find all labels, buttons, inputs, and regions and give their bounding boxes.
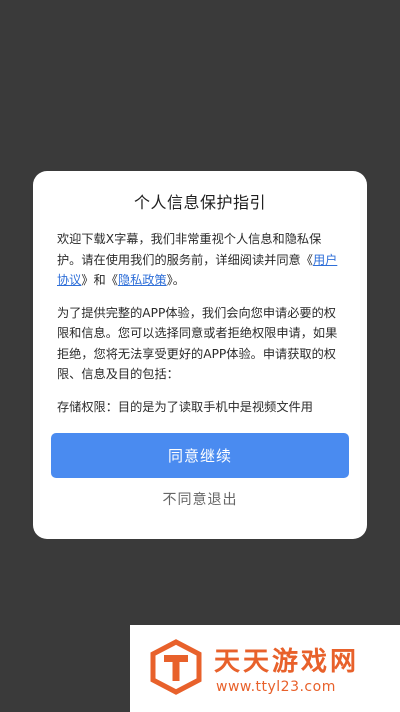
- privacy-dialog: 个人信息保护指引 欢迎下载X字幕，我们非常重视个人信息和隐私保护。请在使用我们的…: [33, 171, 367, 539]
- dialog-content[interactable]: 欢迎下载X字幕，我们非常重视个人信息和隐私保护。请在使用我们的服务前，详细阅读并…: [57, 229, 345, 427]
- storage-permission-text: 存储权限：目的是为了读取手机中是视频文件用: [57, 399, 313, 414]
- agree-continue-button[interactable]: 同意继续: [51, 433, 349, 478]
- intro-text-before: 欢迎下载X字幕，我们非常重视个人信息和隐私保护。请在使用我们的服务前，详细阅读并…: [57, 232, 322, 267]
- watermark: 天天游戏网 www.ttyl23.com: [130, 625, 400, 712]
- privacy-policy-link[interactable]: 隐私政策: [118, 273, 167, 287]
- intro-paragraph: 欢迎下载X字幕，我们非常重视个人信息和隐私保护。请在使用我们的服务前，详细阅读并…: [57, 229, 345, 291]
- disagree-exit-button[interactable]: 不同意退出: [33, 489, 367, 513]
- site-logo-icon: [150, 639, 202, 695]
- permissions-paragraph: 为了提供完整的APP体验，我们会向您申请必要的权限和信息。您可以选择同意或者拒绝…: [57, 305, 338, 382]
- watermark-url: www.ttyl23.com: [216, 679, 336, 695]
- intro-text-after: 》。: [166, 273, 185, 287]
- dialog-title: 个人信息保护指引: [133, 193, 266, 212]
- intro-text-middle: 》和《: [81, 273, 118, 287]
- watermark-title: 天天游戏网: [214, 647, 360, 677]
